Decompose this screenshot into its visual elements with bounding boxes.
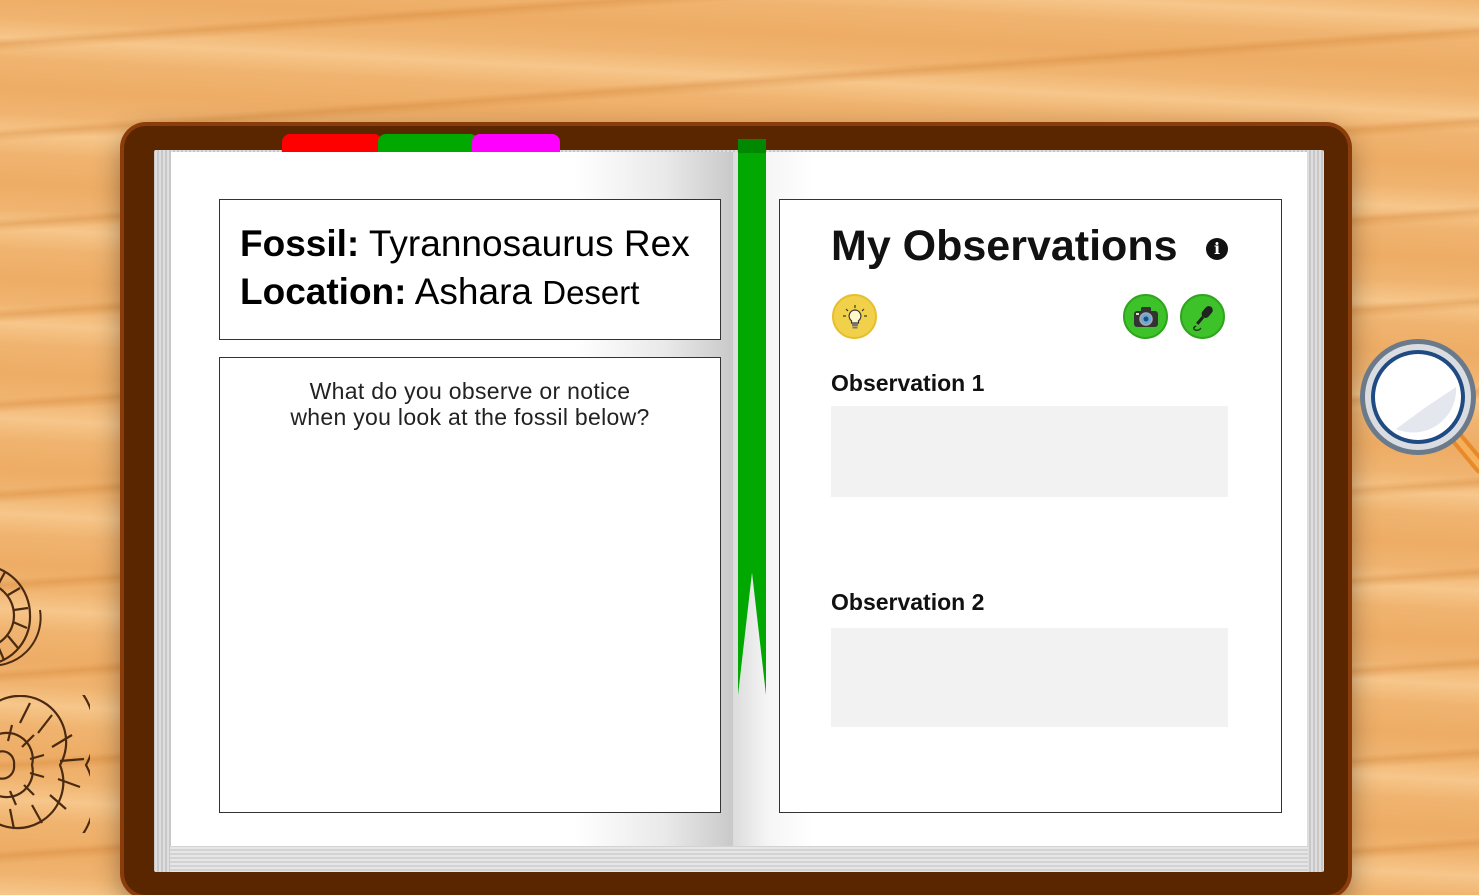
fossil-name: Tyrannosaurus Rex [368, 223, 690, 264]
microphone-button[interactable] [1180, 294, 1225, 339]
bookmark-ribbon-top [738, 139, 766, 153]
fossil-info-panel: Fossil: Tyrannosaurus Rex Location: Asha… [219, 199, 721, 340]
microphone-icon [1192, 305, 1213, 331]
location-label: Location: [240, 271, 407, 312]
tab-red[interactable] [282, 134, 382, 152]
tab-magenta[interactable] [472, 134, 560, 152]
observations-panel: My Observations i Observation 1 Observat… [779, 199, 1282, 813]
info-icon[interactable]: i [1206, 238, 1228, 260]
location-line: Location: Ashara Desert [240, 268, 720, 317]
prompt-line-1: What do you observe or notice [309, 378, 631, 404]
observation-1-input[interactable] [831, 406, 1228, 497]
location-name: Ashara [414, 271, 532, 312]
observation-prompt: What do you observe or notice when you l… [220, 378, 720, 430]
ammonite-fossil-icon-2 [0, 695, 90, 833]
fossil-line: Fossil: Tyrannosaurus Rex [240, 220, 720, 268]
location-name-suffix: Desert [542, 274, 640, 311]
observation-2-input[interactable] [831, 628, 1228, 727]
camera-button[interactable] [1123, 294, 1168, 339]
lightbulb-icon [842, 304, 867, 328]
observation-1-label: Observation 1 [831, 370, 985, 396]
camera-icon [1133, 306, 1158, 327]
fossil-view-panel: What do you observe or notice when you l… [219, 357, 721, 813]
tab-green[interactable] [378, 134, 478, 152]
hint-button[interactable] [832, 294, 877, 339]
prompt-line-2: when you look at the fossil below? [290, 404, 650, 430]
ammonite-fossil-icon [0, 560, 50, 670]
observation-2-label: Observation 2 [831, 589, 985, 615]
fossil-label: Fossil: [240, 223, 360, 264]
magnifying-glass-icon[interactable] [1356, 337, 1479, 477]
notebook-bottom-edge [170, 846, 1308, 872]
observations-title: My Observations [831, 222, 1178, 270]
